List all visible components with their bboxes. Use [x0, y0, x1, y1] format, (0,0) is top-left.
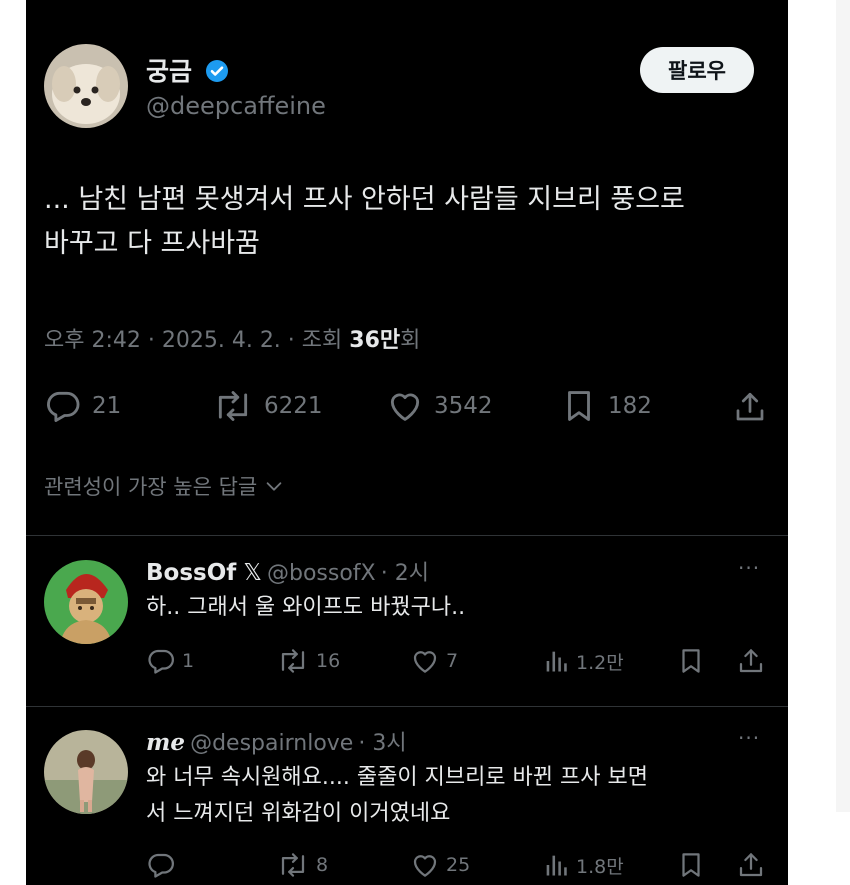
reply-button[interactable]: 1: [146, 646, 194, 676]
sort-label: 관련성이 가장 높은 답글: [44, 475, 258, 499]
reply-text-line: 와 너무 속시원해요.... 줄줄이 지브리로 바뀐 프사 보면: [146, 765, 648, 790]
reply-author-name[interactable]: BossOf: [146, 560, 236, 586]
view-count: 36만: [349, 328, 401, 353]
follow-button[interactable]: 팔로우: [640, 47, 754, 93]
share-button[interactable]: [732, 389, 768, 425]
like-icon: [413, 855, 437, 877]
share-button[interactable]: [736, 850, 766, 880]
reply-button[interactable]: [146, 850, 176, 880]
views-count: 1.2만: [576, 651, 624, 674]
views-icon: [546, 855, 567, 876]
views-button[interactable]: 1.8만: [542, 850, 624, 880]
retweet-icon: [281, 853, 305, 877]
views-button[interactable]: 1.2만: [542, 646, 624, 676]
divider: [26, 706, 788, 707]
author-handle[interactable]: @deepcaffeine: [146, 92, 326, 120]
more-icon[interactable]: ···: [738, 556, 760, 580]
like-count: 7: [446, 650, 459, 672]
reply-button[interactable]: 21: [44, 387, 121, 425]
author-avatar[interactable]: [44, 44, 128, 128]
reply-text-line: 서 느껴지던 위화감이 이거였네요: [146, 801, 451, 826]
share-icon: [736, 392, 764, 421]
reply-avatar[interactable]: [44, 560, 128, 644]
bookmark-count: 182: [608, 393, 652, 419]
reply-time[interactable]: · 3시: [358, 731, 406, 756]
reply-header: me @despairnlove · 3시: [146, 725, 407, 757]
bookmark-icon: [682, 853, 700, 877]
more-icon[interactable]: ···: [738, 726, 760, 750]
retweet-count: 6221: [264, 393, 323, 419]
side-background: [836, 0, 850, 812]
retweet-count: 8: [316, 854, 329, 876]
tweet-text-line: 바꾸고 다 프사바꿈: [44, 228, 260, 259]
tweet-meta: 오후 2:42 · 2025. 4. 2. · 조회 36만회: [44, 322, 420, 354]
reply-sort-dropdown[interactable]: 관련성이 가장 높은 답글: [44, 471, 285, 501]
author-name[interactable]: 궁금: [146, 52, 229, 88]
verified-icon: [205, 60, 228, 82]
reply-icon: [148, 649, 174, 674]
retweet-icon: [218, 391, 248, 421]
reply-author-handle[interactable]: @bossofX: [267, 561, 376, 586]
divider: [26, 535, 788, 536]
share-icon: [739, 649, 763, 673]
bookmark-icon: [568, 391, 590, 421]
bookmark-icon: [682, 649, 700, 673]
like-button[interactable]: 25: [410, 850, 470, 880]
like-button[interactable]: 7: [410, 646, 458, 676]
tweet-panel: 궁금 @deepcaffeine 팔로우 ... 남친 남편 못생겨서 프사 안…: [26, 0, 788, 885]
bookmark-button[interactable]: 182: [560, 387, 652, 425]
reply-count: 1: [182, 650, 195, 672]
reply-icon: [148, 853, 174, 878]
bookmark-button[interactable]: [676, 646, 706, 676]
reply-text: 하.. 그래서 울 와이프도 바꿨구나..: [146, 595, 466, 620]
tweet-text: ... 남친 남편 못생겨서 프사 안하던 사람들 지브리 풍으로 바꾸고 다 …: [44, 178, 764, 266]
tweet-timestamp[interactable]: 오후 2:42 · 2025. 4. 2. · 조회: [44, 328, 349, 353]
x-badge-icon: 𝕏: [243, 560, 262, 586]
reply-avatar[interactable]: [44, 730, 128, 814]
like-icon: [413, 651, 437, 673]
chevron-down-icon: [266, 482, 282, 491]
views-icon: [546, 651, 567, 672]
retweet-button[interactable]: 8: [276, 850, 328, 880]
share-icon: [739, 853, 763, 877]
like-button[interactable]: 3542: [386, 387, 493, 425]
views-count: 1.8만: [576, 855, 624, 878]
reply-header: BossOf 𝕏 @bossofX · 2시: [146, 555, 429, 587]
reply-time[interactable]: · 2시: [381, 561, 429, 586]
tweet-text-line: ... 남친 남편 못생겨서 프사 안하던 사람들 지브리 풍으로: [44, 184, 685, 215]
reply-icon: [47, 391, 80, 422]
view-suffix: 회: [400, 328, 421, 353]
retweet-icon: [281, 649, 305, 673]
like-icon: [390, 393, 420, 421]
reply-text: 와 너무 속시원해요.... 줄줄이 지브리로 바뀐 프사 보면 서 느껴지던 …: [146, 760, 766, 832]
reply-author-handle[interactable]: @despairnlove: [190, 731, 353, 756]
reply-author-name[interactable]: me: [146, 729, 185, 756]
share-button[interactable]: [736, 646, 766, 676]
retweet-button[interactable]: 16: [276, 646, 340, 676]
retweet-count: 16: [316, 650, 341, 672]
like-count: 25: [446, 854, 471, 876]
reply-count: 21: [92, 393, 122, 419]
like-count: 3542: [434, 393, 493, 419]
bookmark-button[interactable]: [676, 850, 706, 880]
retweet-button[interactable]: 6221: [212, 387, 323, 425]
